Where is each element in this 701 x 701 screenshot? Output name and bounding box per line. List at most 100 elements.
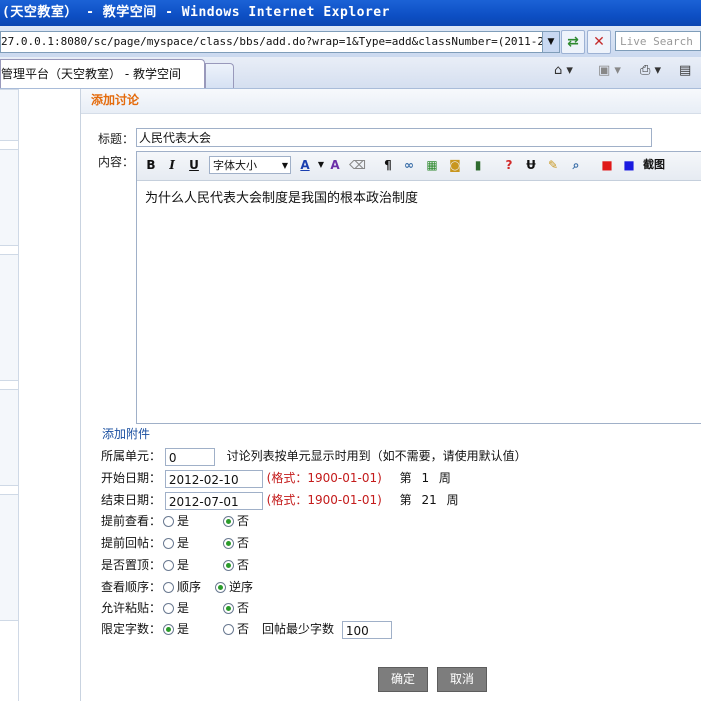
radio-button[interactable] — [223, 538, 235, 549]
special-char-icon[interactable]: Ʉ — [523, 157, 539, 173]
min-words-input[interactable]: 100 — [341, 620, 392, 639]
option-label: 提前回帖： — [101, 536, 162, 550]
red-color-icon[interactable]: ■ — [599, 157, 615, 173]
min-words-group: 回帖最少字数 100 — [262, 619, 392, 639]
start-date-format-hint: (格式：1900-01-01) — [266, 471, 382, 485]
radio-option-label: 是 — [177, 514, 190, 528]
option-row: 提前回帖： 是 否 — [101, 533, 249, 553]
title-label: 标题： — [98, 132, 135, 146]
option-label: 是否置顶： — [101, 558, 162, 572]
editor-toolbar: B I U 字体大小 ▼ A ▼ A ⌫ ¶ ∞ ▦ ◙ ▮ ? Ʉ ✎ ⌕ ■… — [137, 152, 701, 181]
blue-color-icon[interactable]: ■ — [621, 157, 637, 173]
media-icon[interactable]: ▮ — [470, 157, 486, 173]
sidebar-block — [0, 149, 19, 246]
min-words-label: 回帖最少字数 — [262, 622, 335, 636]
window-titlebar: (天空教室） - 教学空间 - Windows Internet Explore… — [0, 0, 701, 26]
feeds-icon[interactable]: ▣ ▾ — [598, 63, 621, 78]
radio-option[interactable]: 顺序 — [163, 580, 201, 594]
flash-icon[interactable]: ◙ — [447, 157, 463, 173]
add-attachment-link[interactable]: 添加附件 — [102, 425, 150, 442]
option-row: 是否置顶： 是 否 — [101, 555, 249, 575]
start-date-input[interactable]: 2012-02-10 — [164, 469, 263, 488]
unit-label: 所属单元： — [101, 449, 162, 463]
search-icon[interactable]: ⌕ — [568, 157, 584, 173]
option-label: 允许粘贴： — [101, 601, 162, 615]
cancel-button[interactable]: 取消 — [437, 667, 487, 692]
tab-active[interactable]: 管理平台（天空教室） - 教学空间 — [0, 59, 205, 88]
radio-option-label: 是 — [177, 536, 190, 550]
editor-content[interactable]: 为什么人民代表大会制度是我国的根本政治制度 — [145, 187, 418, 206]
radio-option[interactable]: 是 — [163, 558, 189, 572]
radio-option[interactable]: 逆序 — [215, 580, 253, 594]
radio-button[interactable] — [223, 624, 235, 635]
paragraph-icon[interactable]: ¶ — [380, 157, 396, 173]
radio-option[interactable]: 否 — [223, 558, 249, 572]
font-size-select[interactable]: 字体大小 ▼ — [209, 156, 291, 174]
radio-button[interactable] — [223, 603, 235, 614]
end-date-input[interactable]: 2012-07-01 — [164, 491, 263, 510]
address-input[interactable]: 27.0.0.1:8080/sc/page/myspace/class/bbs/… — [0, 31, 543, 53]
confirm-button[interactable]: 确定 — [378, 667, 428, 692]
screenshot-button[interactable]: 截图 — [641, 157, 667, 173]
radio-option[interactable]: 否 — [223, 622, 249, 636]
eraser-icon[interactable]: ⌫ — [349, 157, 366, 173]
home-icon[interactable]: ⌂ ▾ — [554, 63, 573, 78]
radio-button[interactable] — [223, 516, 235, 527]
unit-input[interactable]: 0 — [164, 447, 215, 466]
radio-option[interactable]: 否 — [223, 514, 249, 528]
radio-option-label: 否 — [237, 558, 250, 572]
radio-option-label: 顺序 — [177, 580, 202, 594]
start-week-prefix: 第 — [399, 471, 412, 485]
radio-button[interactable] — [163, 538, 175, 549]
title-input[interactable]: 人民代表大会 — [136, 128, 652, 147]
option-row: 提前查看： 是 否 — [101, 511, 249, 531]
link-icon[interactable]: ∞ — [401, 157, 417, 173]
unit-hint: 讨论列表按单元显示时用到（如不需要，请使用默认值） — [226, 449, 527, 463]
option-label: 提前查看： — [101, 514, 162, 528]
radio-option-label: 逆序 — [229, 580, 254, 594]
radio-option[interactable]: 是 — [163, 514, 189, 528]
radio-option-label: 是 — [177, 558, 190, 572]
highlight-icon[interactable]: A — [327, 157, 343, 173]
radio-option-label: 否 — [237, 622, 250, 636]
radio-button[interactable] — [215, 582, 227, 593]
radio-option-label: 是 — [177, 622, 190, 636]
radio-button[interactable] — [163, 603, 175, 614]
end-week-suffix: 周 — [446, 493, 459, 507]
edit-icon[interactable]: ✎ — [545, 157, 561, 173]
start-date-label: 开始日期： — [101, 471, 162, 485]
option-row: 允许粘贴： 是 否 — [101, 598, 249, 618]
content-label: 内容： — [98, 155, 135, 169]
image-icon[interactable]: ▦ — [424, 157, 440, 173]
new-tab-button[interactable] — [205, 63, 234, 88]
address-dropdown-icon[interactable]: ▼ — [542, 31, 560, 53]
help-icon[interactable]: ? — [501, 157, 517, 173]
radio-option[interactable]: 否 — [223, 601, 249, 615]
font-size-select-label: 字体大小 — [213, 159, 257, 172]
radio-option[interactable]: 是 — [163, 622, 189, 636]
radio-button[interactable] — [163, 582, 175, 593]
option-label: 查看顺序： — [101, 580, 162, 594]
start-date-row: 开始日期： 2012-02-10 (格式：1900-01-01) 第 1 周 — [101, 468, 451, 488]
live-search-input[interactable]: Live Search — [615, 31, 701, 51]
radio-option[interactable]: 是 — [163, 601, 189, 615]
italic-icon[interactable]: I — [164, 157, 180, 173]
radio-button[interactable] — [223, 560, 235, 571]
sidebar-block — [0, 254, 19, 381]
radio-button[interactable] — [163, 516, 175, 527]
radio-option[interactable]: 否 — [223, 536, 249, 550]
refresh-icon[interactable]: ⇄ — [561, 30, 585, 54]
radio-option-label: 是 — [177, 601, 190, 615]
underline-icon[interactable]: U — [186, 157, 202, 173]
radio-button[interactable] — [163, 560, 175, 571]
option-label: 限定字数： — [101, 622, 162, 636]
end-week-prefix: 第 — [399, 493, 412, 507]
page-icon[interactable]: ▤ — [679, 63, 691, 78]
font-color-icon[interactable]: A — [297, 157, 313, 173]
bold-icon[interactable]: B — [143, 157, 159, 173]
radio-button[interactable] — [163, 624, 175, 635]
print-icon[interactable]: ⎙ ▾ — [640, 63, 661, 78]
radio-option[interactable]: 是 — [163, 536, 189, 550]
stop-icon[interactable]: ✕ — [587, 30, 611, 54]
form-header: 添加讨论 — [81, 89, 701, 114]
